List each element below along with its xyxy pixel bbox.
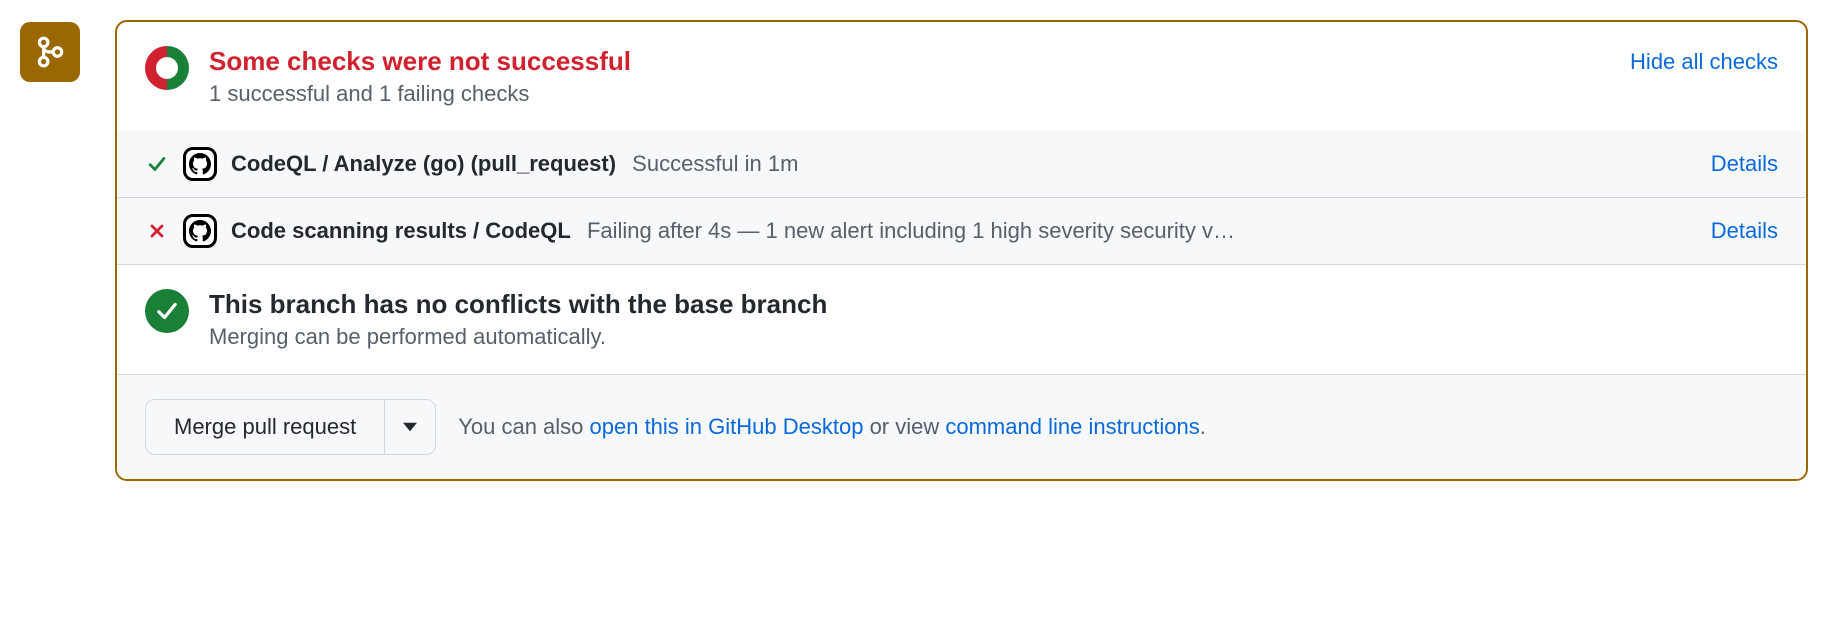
check-text: CodeQL / Analyze (go) (pull_request) Suc…: [231, 151, 1697, 177]
check-status: Successful in 1m: [632, 151, 798, 176]
github-icon: [183, 147, 217, 181]
merge-status-subtitle: Merging can be performed automatically.: [209, 324, 1778, 350]
x-icon: [145, 221, 169, 241]
merge-box: Some checks were not successful Hide all…: [115, 20, 1808, 481]
check-name: Code scanning results / CodeQL: [231, 218, 571, 243]
footer-text-mid: or view: [863, 414, 945, 439]
merge-button-group: Merge pull request: [145, 399, 436, 455]
check-icon: [145, 153, 169, 175]
merge-options-dropdown-button[interactable]: [384, 400, 435, 454]
check-status: Failing after 4s — 1 new alert including…: [587, 218, 1235, 243]
footer-text-prefix: You can also: [458, 414, 589, 439]
merge-panel: Some checks were not successful Hide all…: [20, 20, 1808, 481]
merge-pull-request-button[interactable]: Merge pull request: [146, 400, 384, 454]
check-row: Code scanning results / CodeQL Failing a…: [117, 198, 1806, 265]
check-text: Code scanning results / CodeQL Failing a…: [231, 218, 1697, 244]
git-merge-icon: [33, 35, 67, 69]
footer-text-suffix: .: [1200, 414, 1206, 439]
checks-summary-title: Some checks were not successful: [209, 46, 631, 77]
checks-summary-section: Some checks were not successful Hide all…: [117, 22, 1806, 131]
triangle-down-icon: [403, 422, 417, 432]
merge-status-text: This branch has no conflicts with the ba…: [209, 289, 1778, 350]
status-donut-icon: [145, 46, 189, 90]
checks-summary-text: Some checks were not successful Hide all…: [209, 46, 1778, 107]
check-details-link[interactable]: Details: [1711, 151, 1778, 177]
check-details-link[interactable]: Details: [1711, 218, 1778, 244]
github-icon: [183, 214, 217, 248]
merge-status-title: This branch has no conflicts with the ba…: [209, 289, 1778, 320]
check-row: CodeQL / Analyze (go) (pull_request) Suc…: [117, 131, 1806, 198]
command-line-instructions-link[interactable]: command line instructions: [945, 414, 1199, 439]
merge-footer: Merge pull request You can also open thi…: [117, 375, 1806, 479]
merge-status-section: This branch has no conflicts with the ba…: [117, 265, 1806, 375]
hide-all-checks-link[interactable]: Hide all checks: [1630, 49, 1778, 75]
success-circle-icon: [145, 289, 189, 333]
footer-text: You can also open this in GitHub Desktop…: [458, 414, 1206, 440]
checks-summary-subtitle: 1 successful and 1 failing checks: [209, 81, 1778, 107]
check-name: CodeQL / Analyze (go) (pull_request): [231, 151, 616, 176]
open-in-desktop-link[interactable]: open this in GitHub Desktop: [590, 414, 864, 439]
timeline-badge: [20, 22, 80, 82]
